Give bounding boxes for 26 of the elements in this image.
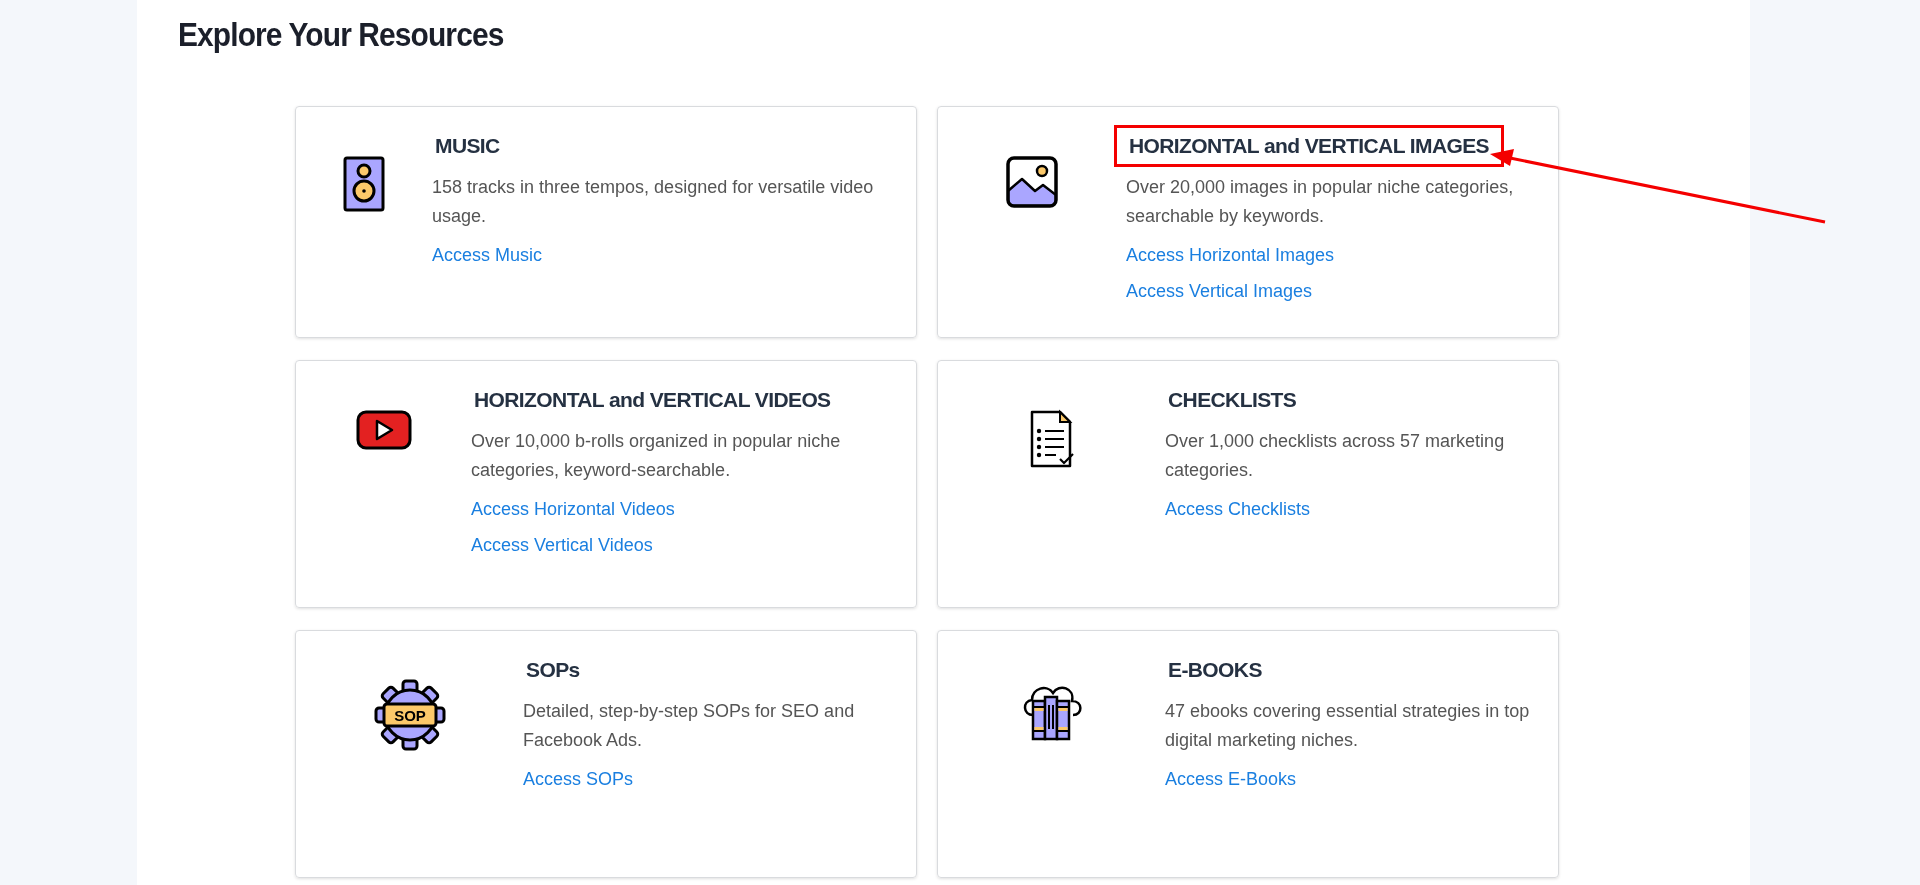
card-description: 47 ebooks covering essential strategies in top digital marketing niches. <box>1165 700 1531 752</box>
card-description: Over 1,000 checklists across 57 marketing categories. <box>1165 430 1506 482</box>
card-title: E-BOOKS <box>1167 657 1263 683</box>
resource-link[interactable]: Access Vertical Images <box>1126 273 1313 309</box>
resource-link[interactable]: Access Music <box>432 237 543 273</box>
play-button-icon <box>354 409 413 451</box>
card-description: Detailed, step-by-step SOPs for SEO and Facebook Ads. <box>523 700 856 752</box>
resource-link[interactable]: Access Horizontal Images <box>1126 237 1335 273</box>
card-description: 158 tracks in three tempos, designed for versatile video usage. <box>432 176 875 228</box>
image-icon <box>1005 155 1059 209</box>
speaker-icon <box>342 155 386 213</box>
card-title: HORIZONTAL and VERTICAL VIDEOS <box>473 387 832 413</box>
card-title: CHECKLISTS <box>1167 387 1298 413</box>
card-title: SOPs <box>525 657 581 683</box>
resource-link[interactable]: Access Vertical Videos <box>471 527 653 563</box>
card-title: MUSIC <box>434 133 501 159</box>
gear-icon <box>374 679 445 751</box>
card-description: Over 10,000 b-rolls organized in popular niche categories, keyword-searchable. <box>471 430 842 482</box>
card-description: Over 20,000 images in popular niche categories, searchable by keywords. <box>1126 176 1515 228</box>
resource-link[interactable]: Access SOPs <box>523 761 634 797</box>
sop-label: SOP <box>393 706 426 724</box>
section-heading: Explore Your Resources <box>178 14 505 55</box>
resource-link[interactable]: Access E-Books <box>1165 761 1297 797</box>
highlighted-card-title: HORIZONTAL and VERTICAL IMAGES <box>1114 125 1504 167</box>
resource-link[interactable]: Access Horizontal Videos <box>471 491 675 527</box>
resource-link[interactable]: Access Checklists <box>1165 491 1311 527</box>
